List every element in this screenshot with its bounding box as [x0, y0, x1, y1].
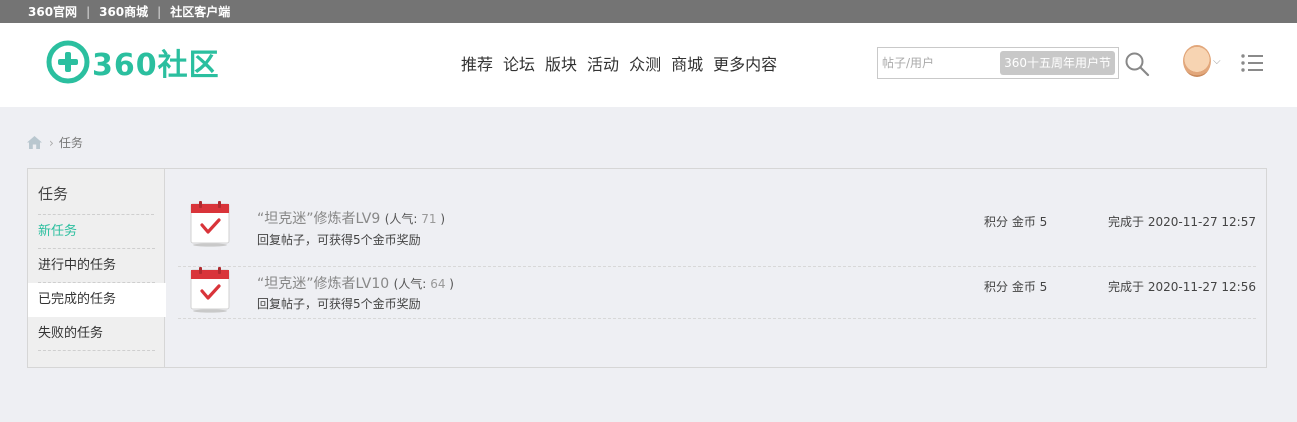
nav-item-recommend[interactable]: 推荐	[461, 51, 493, 75]
task-popularity: (人气: 64 )	[393, 277, 454, 291]
search-promo-tag[interactable]: 360十五周年用户节	[1000, 51, 1115, 75]
plus-logo-icon	[46, 40, 90, 84]
nav-item-forum[interactable]: 论坛	[503, 51, 535, 75]
task-title: “坦克迷”修炼者LV9 (人气: 71 )	[257, 208, 445, 228]
nav-item-boards[interactable]: 版块	[545, 51, 577, 75]
task-row: “坦克迷”修炼者LV10 (人气: 64 ) 回复帖子，可获得5个金币奖励 积分…	[178, 267, 1256, 319]
topbar-link-client[interactable]: 社区客户端	[170, 3, 230, 20]
task-name[interactable]: “坦克迷”修炼者LV10	[257, 276, 389, 292]
task-popularity: (人气: 71 )	[384, 212, 446, 226]
sidebar-item-new-tasks[interactable]: 新任务	[28, 215, 165, 249]
calendar-check-icon	[190, 267, 230, 313]
task-reward: 积分 金币 5	[984, 280, 1048, 294]
task-description: 回复帖子，可获得5个金币奖励	[257, 233, 421, 247]
sidebar-item-label: 失败的任务	[38, 326, 104, 341]
sidebar-item-completed[interactable]: 已完成的任务	[28, 283, 166, 317]
search-input[interactable]	[882, 54, 1002, 72]
breadcrumb: › 任务	[27, 134, 83, 151]
main-nav: 推荐 论坛 版块 活动 众测 商城 更多内容	[461, 51, 787, 75]
sidebar-item-label: 进行中的任务	[38, 258, 117, 273]
calendar-check-icon	[190, 201, 230, 247]
task-row: “坦克迷”修炼者LV9 (人气: 71 ) 回复帖子，可获得5个金币奖励 积分 …	[178, 201, 1256, 267]
sidebar-item-failed[interactable]: 失败的任务	[28, 317, 165, 351]
home-icon[interactable]	[27, 136, 42, 149]
task-title: “坦克迷”修炼者LV10 (人气: 64 )	[257, 273, 454, 293]
task-completed-time: 完成于 2020-11-27 12:56	[1108, 280, 1256, 294]
nav-item-mall[interactable]: 商城	[671, 51, 703, 75]
search-icon[interactable]	[1124, 51, 1150, 77]
task-name[interactable]: “坦克迷”修炼者LV9	[257, 211, 380, 227]
nav-item-crowdtest[interactable]: 众测	[629, 51, 661, 75]
list-menu-icon[interactable]	[1240, 53, 1264, 73]
nav-item-events[interactable]: 活动	[587, 51, 619, 75]
header: 360社区 推荐 论坛 版块 活动 众测 商城 更多内容 360十五周年用户节 …	[0, 23, 1297, 107]
topbar-links: 360官网 | 360商城 | 社区客户端	[28, 0, 230, 23]
task-description: 回复帖子，可获得5个金币奖励	[257, 297, 421, 311]
search-box: 360十五周年用户节	[877, 47, 1119, 79]
topbar-link-360-mall[interactable]: 360商城	[99, 3, 148, 20]
topbar-separator: |	[157, 4, 162, 19]
topbar-link-360-official[interactable]: 360官网	[28, 3, 77, 20]
divider	[38, 350, 155, 351]
sidebar-item-label: 已完成的任务	[38, 292, 117, 307]
top-bar: 360官网 | 360商城 | 社区客户端	[0, 0, 1297, 23]
sidebar-item-in-progress[interactable]: 进行中的任务	[28, 249, 165, 283]
task-completed-time: 完成于 2020-11-27 12:57	[1108, 215, 1256, 229]
sidebar-title: 任务	[38, 185, 69, 203]
topbar-separator: |	[86, 4, 91, 19]
breadcrumb-chevron-icon: ›	[49, 135, 54, 150]
task-panel: 任务 新任务 进行中的任务 已完成的任务 失败的任务 “坦克迷”修炼者LV9 (…	[27, 168, 1267, 368]
avatar[interactable]	[1183, 45, 1211, 77]
chevron-down-icon[interactable]: ⌵	[1213, 56, 1221, 67]
site-logo[interactable]: 360社区	[46, 39, 220, 85]
task-sidebar: 任务 新任务 进行中的任务 已完成的任务 失败的任务	[28, 169, 166, 367]
sidebar-item-label: 新任务	[38, 224, 78, 239]
breadcrumb-current: 任务	[58, 136, 83, 150]
nav-item-more[interactable]: 更多内容	[713, 51, 777, 75]
task-reward: 积分 金币 5	[984, 215, 1048, 229]
logo-text: 360社区	[92, 48, 220, 83]
